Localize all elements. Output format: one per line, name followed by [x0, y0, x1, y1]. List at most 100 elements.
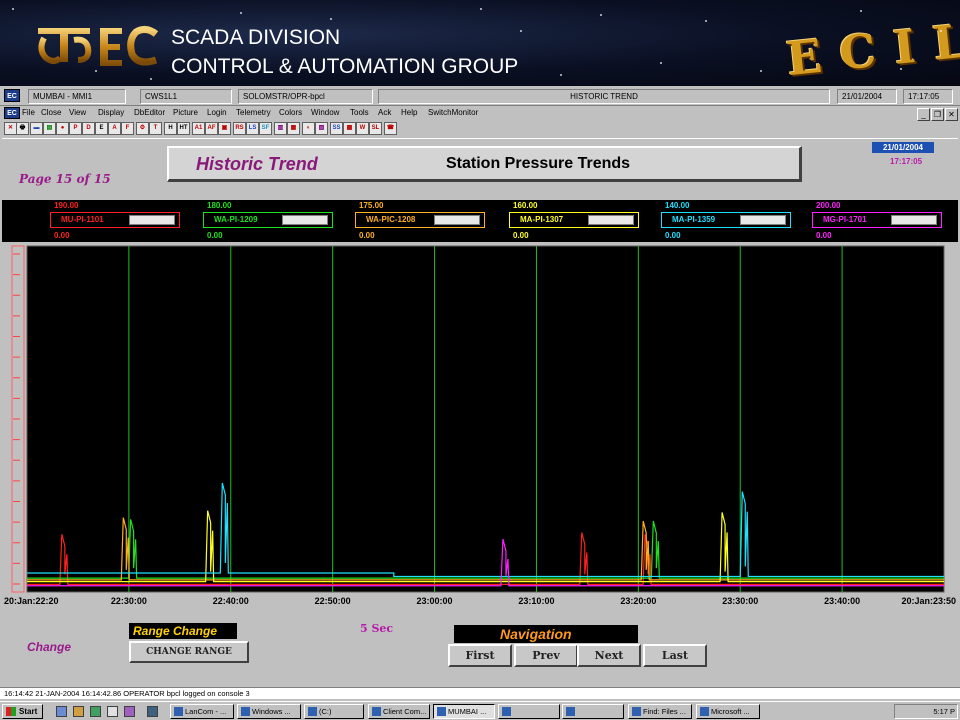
legend-item[interactable]: 175.00 WA-PIC-1208 0.00 [353, 200, 493, 242]
window-tool-icon[interactable]: ▩ [343, 122, 356, 135]
print-tool-icon[interactable]: 🖶 [16, 122, 29, 135]
sf-tool-icon[interactable]: SF [259, 122, 272, 135]
mail-quicklaunch-icon[interactable] [107, 706, 118, 717]
change-label: Change [27, 640, 72, 654]
ss-tool-icon[interactable]: SS [330, 122, 343, 135]
task-app-icon [308, 707, 317, 716]
phone-tool-icon[interactable]: ☎ [384, 122, 397, 135]
task-blank-1[interactable] [498, 704, 560, 719]
ie-quicklaunch-icon[interactable] [56, 706, 67, 717]
presentation-banner: SCADA DIVISION CONTROL & AUTOMATION GROU… [0, 0, 960, 86]
last-button[interactable]: Last [643, 644, 707, 667]
task-c-drive[interactable]: (C:) [304, 704, 364, 719]
task-blank-2[interactable] [562, 704, 624, 719]
ls-tool-icon[interactable]: LS [246, 122, 259, 135]
e-tool-icon[interactable]: E [95, 122, 108, 135]
menu-telemetry[interactable]: Telemetry [236, 106, 271, 120]
a1-tool-icon[interactable]: A1 [192, 122, 205, 135]
menu-close[interactable]: Close [41, 106, 61, 120]
task-app-icon [174, 707, 183, 716]
grid-tool-icon[interactable]: ▣ [218, 122, 231, 135]
x-tick-label: 23:10:00 [518, 596, 554, 606]
x-tick-label: 23:00:00 [417, 596, 453, 606]
desktop-quicklaunch-icon[interactable] [90, 706, 101, 717]
legend-item[interactable]: 160.00 MA-PI-1307 0.00 [507, 200, 647, 242]
legend-item[interactable]: 200.00 MG-PI-1701 0.00 [810, 200, 950, 242]
report2-tool-icon[interactable]: ▦ [287, 122, 300, 135]
change-range-button[interactable]: CHANGE RANGE [129, 641, 249, 663]
legend-item[interactable]: 190.00 MU-PI-1101 0.00 [48, 200, 188, 242]
menu-colors[interactable]: Colors [279, 106, 302, 120]
legend-max: 200.00 [816, 201, 841, 210]
menu-login[interactable]: Login [207, 106, 227, 120]
next-button[interactable]: Next [577, 644, 641, 667]
x-tick-label: 22:50:00 [315, 596, 351, 606]
task-app-icon [632, 707, 641, 716]
task-find-files[interactable]: Find: Files ... [628, 704, 692, 719]
task-microsoft[interactable]: Microsoft ... [696, 704, 760, 719]
d-tool-icon[interactable]: D [82, 122, 95, 135]
x-tick-label: 22:40:00 [213, 596, 249, 606]
banner-group-title: CONTROL & AUTOMATION GROUP [171, 55, 519, 78]
task-app-icon [437, 707, 446, 716]
menu-bar: EC File Close View Display DbEditor Pict… [0, 106, 960, 121]
display-tool-icon[interactable]: ▬ [30, 122, 43, 135]
p-tool-icon[interactable]: P [69, 122, 82, 135]
menu-view[interactable]: View [69, 106, 86, 120]
legend-item[interactable]: 140.00 MA-PI-1359 0.00 [659, 200, 799, 242]
menu-dbeditor[interactable]: DbEditor [134, 106, 165, 120]
legend-max: 190.00 [54, 201, 79, 210]
windows-flag-icon [6, 707, 16, 716]
trend-legend: 190.00 MU-PI-1101 0.00 180.00 WA-PI-1209 0.00… [2, 200, 958, 242]
report-tool-icon[interactable]: ▥ [274, 122, 287, 135]
config-tool-icon[interactable]: ⚙ [136, 122, 149, 135]
task-app-icon [566, 707, 575, 716]
menu-tools[interactable]: Tools [350, 106, 369, 120]
a-tool-icon[interactable]: A [108, 122, 121, 135]
picture-tool-icon[interactable]: ▤ [43, 122, 56, 135]
alarm-tool-icon[interactable]: ● [56, 122, 69, 135]
legend-item[interactable]: 180.00 WA-PI-1209 0.00 [201, 200, 341, 242]
trend2-tool-icon[interactable]: ▧ [315, 122, 328, 135]
explorer-quicklaunch-icon[interactable] [73, 706, 84, 717]
app-icon[interactable]: EC [4, 89, 20, 102]
t-tool-icon[interactable]: T [149, 122, 162, 135]
menu-ack[interactable]: Ack [378, 106, 391, 120]
h-tool-icon[interactable]: H [164, 122, 177, 135]
menu-app-icon[interactable]: EC [4, 107, 20, 119]
star-icon [410, 60, 412, 62]
plot-area [26, 245, 945, 593]
x-tick-label: 23:40:00 [824, 596, 860, 606]
trend-plot[interactable]: 20:Jan:22:20 22:30:00 22:40:00 22:50:00 23:0… [2, 242, 958, 612]
prev-button[interactable]: Prev [514, 644, 578, 667]
task-client-com[interactable]: Client Com... [368, 704, 430, 719]
menu-switchmonitor[interactable]: SwitchMonitor [428, 106, 478, 120]
menu-picture[interactable]: Picture [173, 106, 198, 120]
title-bar: EC MUMBAI - MMI1 CWS1L1 SOLOMSTR/OPR-bpc… [0, 86, 960, 106]
banner-division-title: SCADA DIVISION [171, 26, 341, 49]
menu-help[interactable]: Help [401, 106, 417, 120]
first-button[interactable]: First [448, 644, 512, 667]
menu-display[interactable]: Display [98, 106, 124, 120]
trend-tool-icon[interactable]: ◐ [302, 122, 315, 135]
menu-file[interactable]: File [22, 106, 35, 120]
menu-window[interactable]: Window [311, 106, 339, 120]
ht-tool-icon[interactable]: HT [177, 122, 190, 135]
task-label: MUMBAI ... [448, 707, 487, 716]
af-tool-icon[interactable]: AF [205, 122, 218, 135]
x-tick-label: 23:30:00 [722, 596, 758, 606]
task-windows[interactable]: Windows ... [237, 704, 301, 719]
sl-tool-icon[interactable]: SL [369, 122, 382, 135]
console-quicklaunch-icon[interactable] [147, 706, 158, 717]
channel-quicklaunch-icon[interactable] [124, 706, 135, 717]
task-lancom[interactable]: LanCom - ... [170, 704, 234, 719]
rs-tool-icon[interactable]: RS [233, 122, 246, 135]
start-button[interactable]: Start [2, 704, 43, 719]
task-mumbai[interactable]: MUMBAI ... [433, 704, 495, 719]
page-subtitle: Station Pressure Trends [446, 155, 631, 172]
f-tool-icon[interactable]: F [121, 122, 134, 135]
legend-min: 0.00 [513, 231, 529, 240]
ecil-hindi-logo-icon [38, 25, 159, 66]
w-tool-icon[interactable]: W [356, 122, 369, 135]
legend-tag: WA-PIC-1208 [355, 212, 485, 228]
